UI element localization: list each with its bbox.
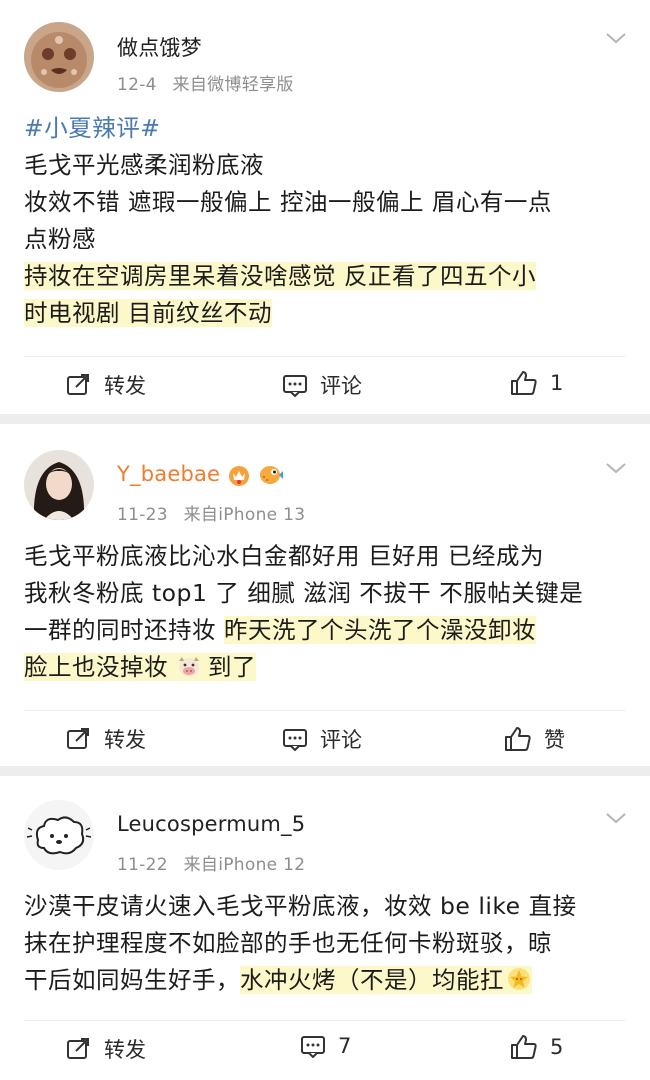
chevron-down-icon[interactable]: [604, 810, 628, 826]
highlighted-text: 脸上也没掉妆: [24, 653, 176, 681]
repost-icon: [67, 1038, 89, 1059]
post-source: 来自微博轻享版: [172, 75, 294, 95]
like-button[interactable]: 赞: [504, 724, 565, 754]
body-line: 一群的同时还持妆: [24, 616, 224, 644]
post-card: Leucospermum_5 11-22 来自iPhone 12 沙漠干皮请火速…: [0, 776, 650, 1080]
body-line: 抹在护理程度不如脸部的手也无任何卡粉斑驳，晾: [24, 929, 552, 957]
post-card: 做点饿梦 12-4 来自微博轻享版 #小夏辣评# 毛戈平光感柔润粉底液 妆效不错…: [0, 0, 650, 414]
cow-emoji-icon: [178, 657, 199, 676]
post-body: 毛戈平粉底液比沁水白金都好用 巨好用 已经成为 我秋冬粉底 top1 了 细腻 …: [24, 538, 628, 686]
avatar[interactable]: [24, 800, 94, 870]
pufferfish-icon: [259, 466, 283, 484]
repost-icon: [67, 374, 89, 395]
username[interactable]: 做点饿梦: [117, 32, 202, 62]
like-icon: [505, 727, 531, 751]
body-line: 毛戈平光感柔润粉底液: [24, 151, 264, 179]
post-body: 沙漠干皮请火速入毛戈平粉底液，妆效 be like 直接 抹在护理程度不如脸部的…: [24, 888, 628, 999]
post-meta: 12-4 来自微博轻享版: [117, 70, 294, 95]
body-line: 妆效不错 遮瑕一般偏上 控油一般偏上 眉心有一点: [24, 188, 552, 216]
body-line: 毛戈平粉底液比沁水白金都好用 巨好用 已经成为: [24, 542, 544, 570]
highlighted-text: 时电视剧 目前纹丝不动: [24, 299, 272, 327]
separator: [0, 414, 650, 424]
divider: [24, 356, 626, 357]
comment-icon: [301, 1036, 325, 1058]
highlighted-text: 昨天洗了个头洗了个澡没卸妆: [223, 616, 536, 644]
divider: [24, 710, 626, 711]
repost-button[interactable]: 转发: [66, 1034, 146, 1064]
post-date: 12-4: [117, 75, 157, 95]
highlighted-text: 水冲火烤（不是）均能扛: [240, 966, 504, 994]
body-line: 干后如同妈生好手，: [24, 966, 240, 994]
avatar[interactable]: [24, 22, 94, 92]
highlighted-text: 到了: [207, 653, 256, 681]
comment-button[interactable]: 评论: [282, 724, 362, 754]
chevron-down-icon[interactable]: [604, 30, 628, 46]
divider: [24, 1020, 626, 1021]
like-icon: [511, 371, 537, 395]
body-line: 点粉感: [24, 225, 96, 253]
like-button[interactable]: 5: [510, 1034, 563, 1060]
vip-crown-icon: [229, 466, 250, 486]
chevron-down-icon[interactable]: [604, 460, 628, 476]
separator: [0, 766, 650, 776]
comment-icon: [283, 375, 307, 397]
highlighted-text: 持妆在空调房里呆着没啥感觉 反正看了四五个小: [24, 262, 536, 290]
repost-button[interactable]: 转发: [66, 370, 146, 400]
avatar[interactable]: [24, 450, 94, 520]
comment-icon: [283, 729, 307, 751]
star-emoji-icon: [508, 968, 530, 990]
post-meta: 11-22 来自iPhone 12: [117, 850, 305, 875]
like-button[interactable]: 1: [510, 370, 563, 396]
post-date: 11-22: [117, 855, 168, 875]
comment-button[interactable]: 7: [300, 1034, 351, 1058]
post-meta: 11-23 来自iPhone 13: [117, 500, 305, 525]
weibo-feed: 做点饿梦 12-4 来自微博轻享版 #小夏辣评# 毛戈平光感柔润粉底液 妆效不错…: [0, 0, 650, 1080]
comment-button[interactable]: 评论: [282, 370, 362, 400]
post-source: 来自iPhone 13: [183, 505, 306, 525]
repost-icon: [67, 728, 89, 749]
body-line: 沙漠干皮请火速入毛戈平粉底液，妆效 be like 直接: [24, 892, 577, 920]
body-line: 我秋冬粉底 top1 了 细腻 滋润 不拔干 不服帖关键是: [24, 579, 584, 607]
post-date: 11-23: [117, 505, 168, 525]
post-body: #小夏辣评# 毛戈平光感柔润粉底液 妆效不错 遮瑕一般偏上 控油一般偏上 眉心有…: [24, 110, 628, 332]
username[interactable]: Y_baebae: [117, 462, 284, 486]
post-card: Y_baebae 11-23 来自iPhone 13 毛戈平粉底液比沁水白金都好…: [0, 424, 650, 776]
hashtag-link[interactable]: #小夏辣评#: [24, 110, 628, 147]
post-source: 来自iPhone 12: [183, 855, 306, 875]
repost-button[interactable]: 转发: [66, 724, 146, 754]
username[interactable]: Leucospermum_5: [117, 812, 305, 836]
like-icon: [511, 1035, 537, 1059]
